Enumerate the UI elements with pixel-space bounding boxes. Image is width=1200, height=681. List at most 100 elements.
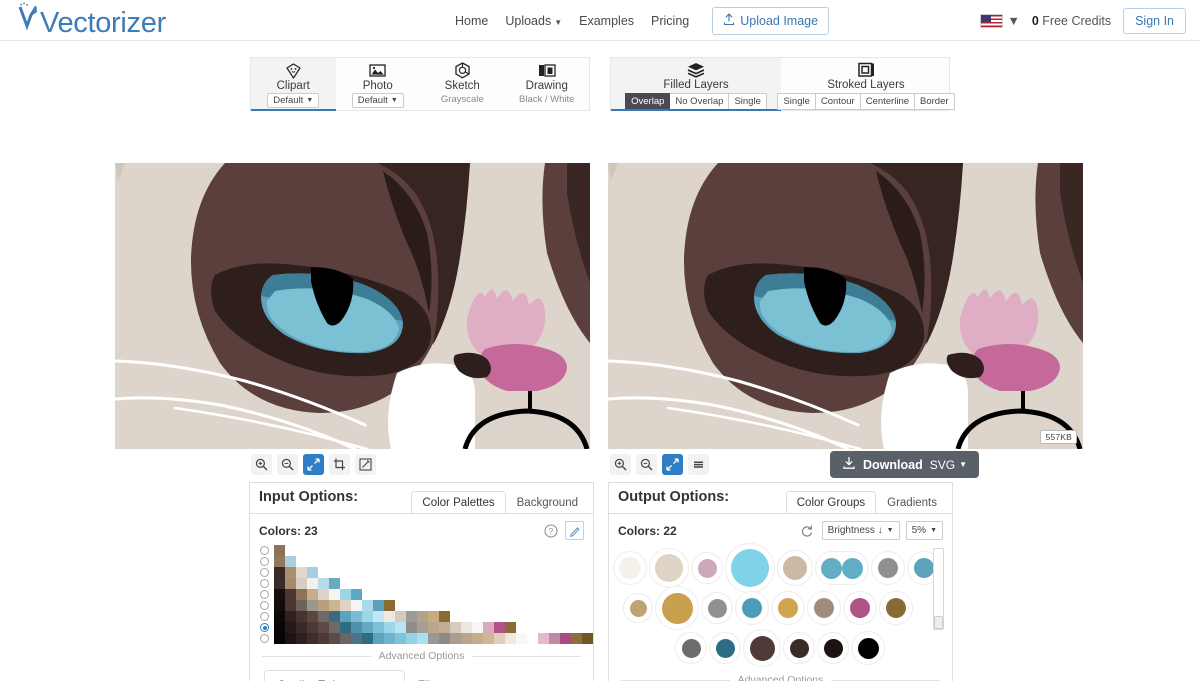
palette-swatch xyxy=(505,633,516,644)
chevron-down-icon: ▼ xyxy=(390,97,398,104)
palette-radio[interactable] xyxy=(260,590,269,599)
input-image-canvas[interactable] xyxy=(115,163,590,449)
palette-row[interactable] xyxy=(260,589,593,600)
segment-overlap[interactable]: Overlap xyxy=(625,93,671,110)
crop-icon[interactable] xyxy=(329,454,350,475)
color-group[interactable] xyxy=(743,629,781,667)
nav-item-pricing[interactable]: Pricing xyxy=(651,14,689,28)
color-group[interactable] xyxy=(701,592,733,624)
color-group-row xyxy=(613,543,952,593)
mode-tab-drawing[interactable]: Drawing Black / White xyxy=(505,58,590,110)
palette-row[interactable] xyxy=(260,578,593,589)
palette-row[interactable] xyxy=(260,633,593,644)
segment-border[interactable]: Border xyxy=(915,93,955,110)
color-groups-scrollbar[interactable] xyxy=(933,548,944,630)
palette-row[interactable] xyxy=(260,611,593,622)
pencil-icon[interactable] xyxy=(565,521,584,540)
tab-filters[interactable]: Filters xyxy=(405,670,464,681)
nav-item-home[interactable]: Home xyxy=(455,14,488,28)
palette-radio[interactable] xyxy=(260,546,269,555)
color-group[interactable] xyxy=(691,552,723,584)
output-options-header: Output Options: Color Groups Gradients xyxy=(609,483,952,514)
zoom-out-icon[interactable] xyxy=(277,454,298,475)
palette-radio[interactable] xyxy=(260,612,269,621)
sign-in-button[interactable]: Sign In xyxy=(1123,7,1186,34)
segment-single[interactable]: Single xyxy=(777,93,816,110)
palette-row[interactable] xyxy=(260,556,593,567)
edit-icon[interactable] xyxy=(355,454,376,475)
mode-tab-photo[interactable]: Photo Default ▼ xyxy=(336,58,421,110)
download-format-select[interactable]: SVG ▼ xyxy=(930,458,967,472)
scrollbar-thumb[interactable] xyxy=(934,616,943,629)
nav-item-examples[interactable]: Examples xyxy=(579,14,634,28)
color-group-multi[interactable] xyxy=(815,551,869,585)
palette-radio[interactable] xyxy=(260,623,269,632)
color-group[interactable] xyxy=(777,550,813,586)
palette-swatch xyxy=(450,622,461,633)
color-group[interactable] xyxy=(655,586,699,630)
color-group[interactable] xyxy=(879,591,913,625)
tab-color-groups[interactable]: Color Groups xyxy=(785,491,877,514)
locale-selector[interactable]: ▼ xyxy=(979,13,1020,28)
mode-tab-sketch[interactable]: Sketch Grayscale xyxy=(420,58,505,110)
refresh-icon[interactable] xyxy=(799,522,816,539)
palette-radio[interactable] xyxy=(260,579,269,588)
palette-swatch xyxy=(285,611,296,622)
palette-row[interactable] xyxy=(260,600,593,611)
palette-radio[interactable] xyxy=(260,557,269,566)
input-colors-tools: ? xyxy=(542,521,584,540)
color-group[interactable] xyxy=(623,593,653,623)
tab-gradients[interactable]: Gradients xyxy=(876,491,948,514)
color-group[interactable] xyxy=(817,632,849,664)
photo-preset-select[interactable]: Default ▼ xyxy=(351,93,404,108)
palette-radio[interactable] xyxy=(260,601,269,610)
palette-radio[interactable] xyxy=(260,634,269,643)
sort-dropdown[interactable]: Brightness ↓ ▼ xyxy=(821,521,900,540)
zoom-out-icon[interactable] xyxy=(636,454,657,475)
color-group[interactable] xyxy=(735,591,769,625)
zoom-in-icon[interactable] xyxy=(610,454,631,475)
color-group[interactable] xyxy=(613,551,647,585)
download-button[interactable]: Download SVG ▼ xyxy=(830,451,979,478)
palette-row[interactable] xyxy=(260,545,593,556)
list-lines-icon[interactable] xyxy=(688,454,709,475)
clipart-preset-select[interactable]: Default ▼ xyxy=(267,93,320,108)
color-group[interactable] xyxy=(843,591,877,625)
color-group[interactable] xyxy=(851,631,885,665)
color-group[interactable] xyxy=(649,548,689,588)
color-group[interactable] xyxy=(807,591,841,625)
mode-tab-filled-layers[interactable]: Filled Layers Overlap No Overlap Single xyxy=(611,58,781,111)
palette-swatch xyxy=(274,556,285,567)
app-logo[interactable]: Vectorizer xyxy=(18,2,166,38)
tab-background[interactable]: Background xyxy=(506,491,589,514)
palette-row-selected[interactable] xyxy=(260,622,593,633)
palette-swatch xyxy=(340,611,351,622)
color-group[interactable] xyxy=(725,543,775,593)
percent-dropdown[interactable]: 5% ▼ xyxy=(905,521,943,540)
segment-centerline[interactable]: Centerline xyxy=(860,93,916,110)
segment-no-overlap[interactable]: No Overlap xyxy=(670,93,730,110)
fit-screen-icon[interactable] xyxy=(662,454,683,475)
tab-quality-enhancement[interactable]: Quality Enhancement xyxy=(264,670,405,681)
nav-item-uploads[interactable]: Uploads ▼ xyxy=(505,14,562,28)
mode-tab-clipart[interactable]: Clipart Default ▼ xyxy=(251,58,336,111)
color-group[interactable] xyxy=(871,551,905,585)
stroke-square-icon xyxy=(857,62,875,78)
segment-contour[interactable]: Contour xyxy=(815,93,861,110)
color-group[interactable] xyxy=(771,591,805,625)
upload-image-button[interactable]: Upload Image xyxy=(712,6,830,35)
zoom-in-icon[interactable] xyxy=(251,454,272,475)
palette-row[interactable] xyxy=(260,567,593,578)
segment-single[interactable]: Single xyxy=(729,93,767,110)
mode-tab-stroked-layers[interactable]: Stroked Layers Single Contour Centerline… xyxy=(777,58,955,110)
fit-screen-icon[interactable] xyxy=(303,454,324,475)
color-group[interactable] xyxy=(783,632,815,664)
color-group[interactable] xyxy=(709,632,741,664)
tab-color-palettes[interactable]: Color Palettes xyxy=(411,491,506,514)
palette-radio[interactable] xyxy=(260,568,269,577)
color-group[interactable] xyxy=(675,632,707,664)
palette-swatch xyxy=(516,633,527,644)
palette-swatch xyxy=(494,633,505,644)
question-circle-icon[interactable]: ? xyxy=(542,522,559,539)
output-image-canvas[interactable]: 557KB xyxy=(608,163,1083,449)
